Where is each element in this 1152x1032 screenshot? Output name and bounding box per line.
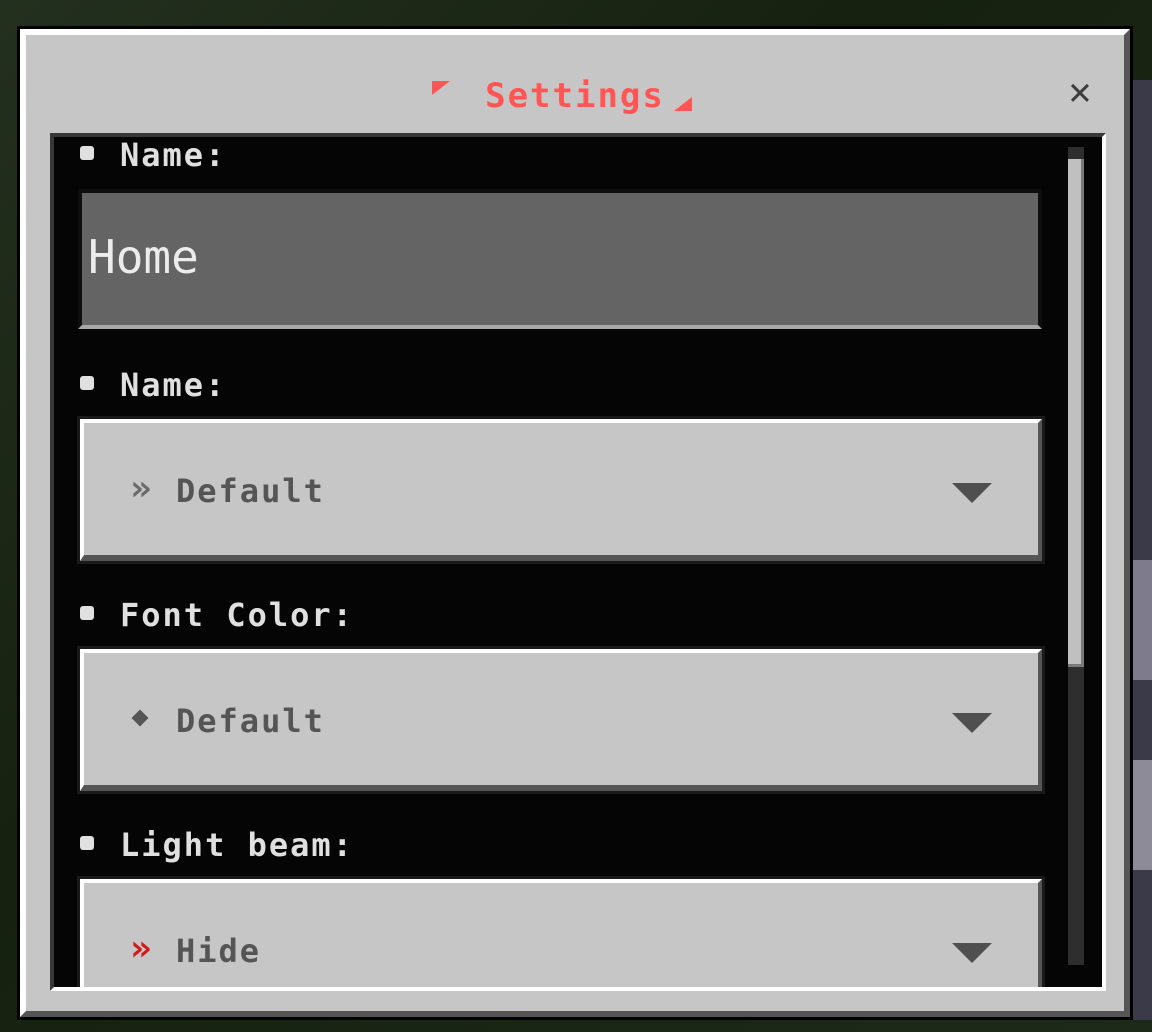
light-beam-dropdown[interactable]: » Hide: [77, 876, 1045, 987]
close-icon[interactable]: ✕: [1060, 71, 1100, 111]
field-label-name: Name:: [80, 139, 226, 171]
dropdown-value: Default: [176, 472, 325, 510]
bullet-icon: [80, 836, 94, 850]
title-corner-icon: [674, 97, 692, 111]
dropdown-value: Default: [176, 702, 325, 740]
bullet-icon: [80, 376, 94, 390]
field-label-name-style: Name:: [80, 369, 226, 401]
background-scene: [1128, 560, 1152, 680]
chevron-down-icon: [952, 483, 992, 503]
field-label-font-color: Font Color:: [80, 599, 354, 631]
font-color-dropdown[interactable]: Default: [77, 646, 1045, 794]
diamond-icon: [131, 709, 149, 727]
chevron-down-icon: [952, 943, 992, 963]
settings-scroll-panel[interactable]: Name: Home Name: » Default Font Color: D…: [50, 133, 1106, 991]
double-chevron-right-icon: »: [130, 928, 152, 969]
background-scene: [1128, 760, 1152, 870]
double-chevron-right-icon: »: [130, 468, 152, 509]
settings-dialog: Settings ✕ Name: Home Name: » Default Fo…: [17, 26, 1133, 1020]
field-label-light-beam: Light beam:: [80, 829, 354, 861]
scrollbar-thumb[interactable]: [1068, 159, 1084, 667]
dialog-title: Settings: [485, 76, 665, 116]
name-style-dropdown[interactable]: » Default: [77, 416, 1045, 564]
bullet-icon: [80, 606, 94, 620]
bullet-icon: [80, 146, 94, 160]
name-input[interactable]: Home: [78, 189, 1042, 329]
dropdown-value: Hide: [176, 932, 262, 970]
chevron-down-icon: [952, 713, 992, 733]
